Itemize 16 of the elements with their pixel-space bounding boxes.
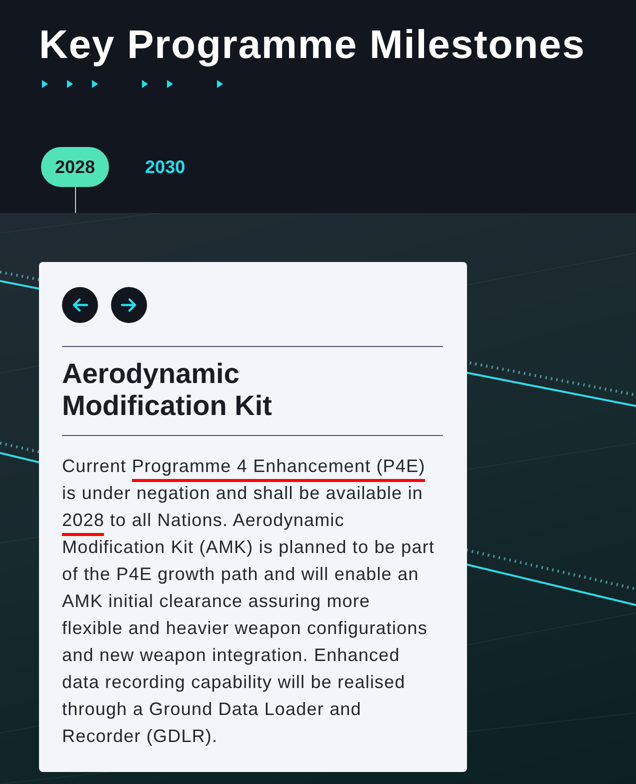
next-button[interactable] (111, 287, 147, 323)
triangle-icon (217, 80, 223, 88)
arrow-right-icon (121, 298, 137, 312)
year-tab[interactable]: 2030 (131, 147, 200, 187)
triangle-icon (167, 80, 173, 88)
previous-button[interactable] (62, 287, 98, 323)
triangle-icon (92, 80, 98, 88)
arrow-left-icon (72, 298, 88, 312)
triangle-icon (42, 80, 48, 88)
timeline-connector (74, 187, 76, 213)
milestone-title: Aerodynamic Modification Kit (62, 358, 273, 422)
milestone-description: Current Programme 4 Enhancement (P4E) is under negation and shall be available in 2028 to all Nations. Aerodynamic Modification Kit (AMK) is planned to be part of the P4E growth path and will enable an AMK initial clearance assuring more flexible and heavier weapon configurations and new weapon integration. Enhanced data recording capability will be realised through a Ground Data Loader and Recorder (GDLR). (62, 455, 436, 748)
page-title: Key Programme Milestones (39, 22, 586, 68)
triangle-icon (142, 80, 148, 88)
year-tab[interactable]: 2028 (41, 147, 110, 187)
triangle-icon (67, 80, 73, 88)
